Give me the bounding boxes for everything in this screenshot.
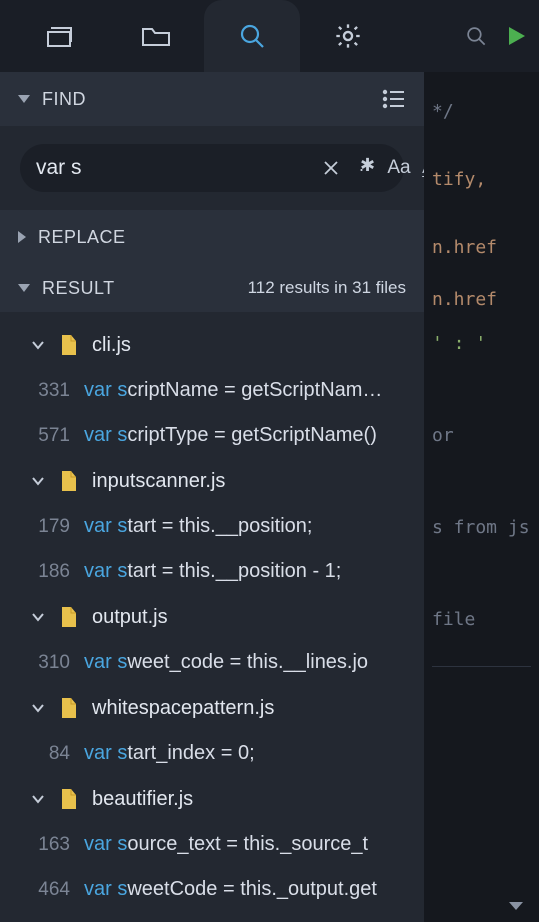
- chevron-down-icon: [18, 95, 30, 103]
- find-label: FIND: [42, 89, 86, 110]
- results-list: cli.js 331 var scriptName = getScriptNam… 5…: [0, 312, 424, 922]
- editor-peek: */ tify, n.href n.href ' : ' or s from j…: [424, 72, 539, 922]
- line-number: 571: [24, 422, 70, 450]
- find-input-wrap: .✱ Aa Abl: [20, 144, 404, 192]
- find-section-header[interactable]: FIND: [0, 72, 424, 126]
- file-name: beautifier.js: [92, 788, 193, 811]
- file-name: inputscanner.js: [92, 470, 225, 493]
- match-line[interactable]: 179 var start = this.__position;: [0, 504, 424, 549]
- chevron-down-icon: [30, 473, 46, 489]
- line-number: 310: [24, 649, 70, 677]
- stack-icon: [46, 24, 74, 48]
- code-line: tify,: [432, 158, 531, 202]
- clear-icon[interactable]: [321, 160, 341, 176]
- match-text: var source_text = this._source_t: [84, 830, 368, 858]
- file-icon: [60, 470, 78, 492]
- gear-icon: [334, 22, 362, 50]
- code-line: */: [432, 90, 531, 134]
- match-line[interactable]: 310 var sweet_code = this.__lines.jo: [0, 640, 424, 685]
- match-line[interactable]: 571 var scriptType = getScriptName(): [0, 413, 424, 458]
- code-line: ' : ': [432, 322, 531, 366]
- match-text: var scriptName = getScriptNam…: [84, 376, 382, 404]
- chevron-down-icon: [18, 284, 30, 292]
- line-number: 331: [24, 377, 70, 405]
- file-icon: [60, 788, 78, 810]
- chevron-down-icon: [30, 609, 46, 625]
- file-header[interactable]: options.js: [0, 912, 424, 922]
- regex-icon[interactable]: .✱: [355, 155, 375, 176]
- match-text: var sweetCode = this._output.get: [84, 875, 377, 903]
- line-number: 186: [24, 558, 70, 586]
- replace-label: REPLACE: [38, 227, 126, 248]
- editor-divider: [432, 666, 531, 667]
- match-line[interactable]: 464 var sweetCode = this._output.get: [0, 867, 424, 912]
- editor-dropdown-icon[interactable]: [507, 900, 525, 912]
- chevron-down-icon: [30, 791, 46, 807]
- file-header[interactable]: output.js: [0, 594, 424, 640]
- result-count: 112 results in 31 files: [248, 278, 406, 298]
- tab-stack[interactable]: [12, 0, 108, 72]
- file-header[interactable]: whitespacepattern.js: [0, 685, 424, 731]
- result-section-header[interactable]: RESULT 112 results in 31 files: [0, 264, 424, 312]
- file-icon: [60, 606, 78, 628]
- list-icon[interactable]: [382, 89, 406, 109]
- chevron-right-icon: [18, 231, 26, 243]
- file-name: output.js: [92, 606, 168, 629]
- chevron-down-icon: [30, 337, 46, 353]
- folder-icon: [141, 24, 171, 48]
- match-line[interactable]: 84 var start_index = 0;: [0, 731, 424, 776]
- match-line[interactable]: 163 var source_text = this._source_t: [0, 822, 424, 867]
- code-line: or: [432, 414, 531, 458]
- file-header[interactable]: inputscanner.js: [0, 458, 424, 504]
- search-small-icon[interactable]: [465, 25, 487, 47]
- file-icon: [60, 334, 78, 356]
- file-icon: [60, 697, 78, 719]
- chevron-down-icon: [30, 700, 46, 716]
- file-header[interactable]: cli.js: [0, 322, 424, 368]
- match-text: var start = this.__position;: [84, 512, 312, 540]
- tab-settings[interactable]: [300, 0, 396, 72]
- match-line[interactable]: 331 var scriptName = getScriptNam…: [0, 368, 424, 413]
- tab-folder[interactable]: [108, 0, 204, 72]
- line-number: 179: [24, 513, 70, 541]
- code-line: n.href: [432, 278, 531, 322]
- match-text: var scriptType = getScriptName(): [84, 421, 377, 449]
- code-line: file: [432, 598, 531, 642]
- replace-section-header[interactable]: REPLACE: [0, 210, 424, 264]
- top-toolbar: [0, 0, 539, 72]
- match-text: var start_index = 0;: [84, 739, 255, 767]
- file-header[interactable]: beautifier.js: [0, 776, 424, 822]
- file-name: whitespacepattern.js: [92, 697, 274, 720]
- match-text: var start = this.__position - 1;: [84, 557, 341, 585]
- line-number: 464: [24, 876, 70, 904]
- play-icon[interactable]: [507, 25, 527, 47]
- search-icon: [238, 22, 266, 50]
- line-number: 163: [24, 831, 70, 859]
- result-label: RESULT: [42, 278, 115, 299]
- find-input-row: .✱ Aa Abl: [0, 126, 424, 210]
- line-number: 84: [24, 740, 70, 768]
- match-text: var sweet_code = this.__lines.jo: [84, 648, 368, 676]
- find-input[interactable]: [36, 156, 307, 180]
- code-line: s from js: [432, 506, 531, 550]
- file-name: cli.js: [92, 334, 131, 357]
- match-line[interactable]: 186 var start = this.__position - 1;: [0, 549, 424, 594]
- search-sidebar: FIND .✱ Aa Abl: [0, 72, 424, 922]
- code-line: n.href: [432, 226, 531, 270]
- match-case-icon[interactable]: Aa: [389, 157, 409, 179]
- tab-search[interactable]: [204, 0, 300, 72]
